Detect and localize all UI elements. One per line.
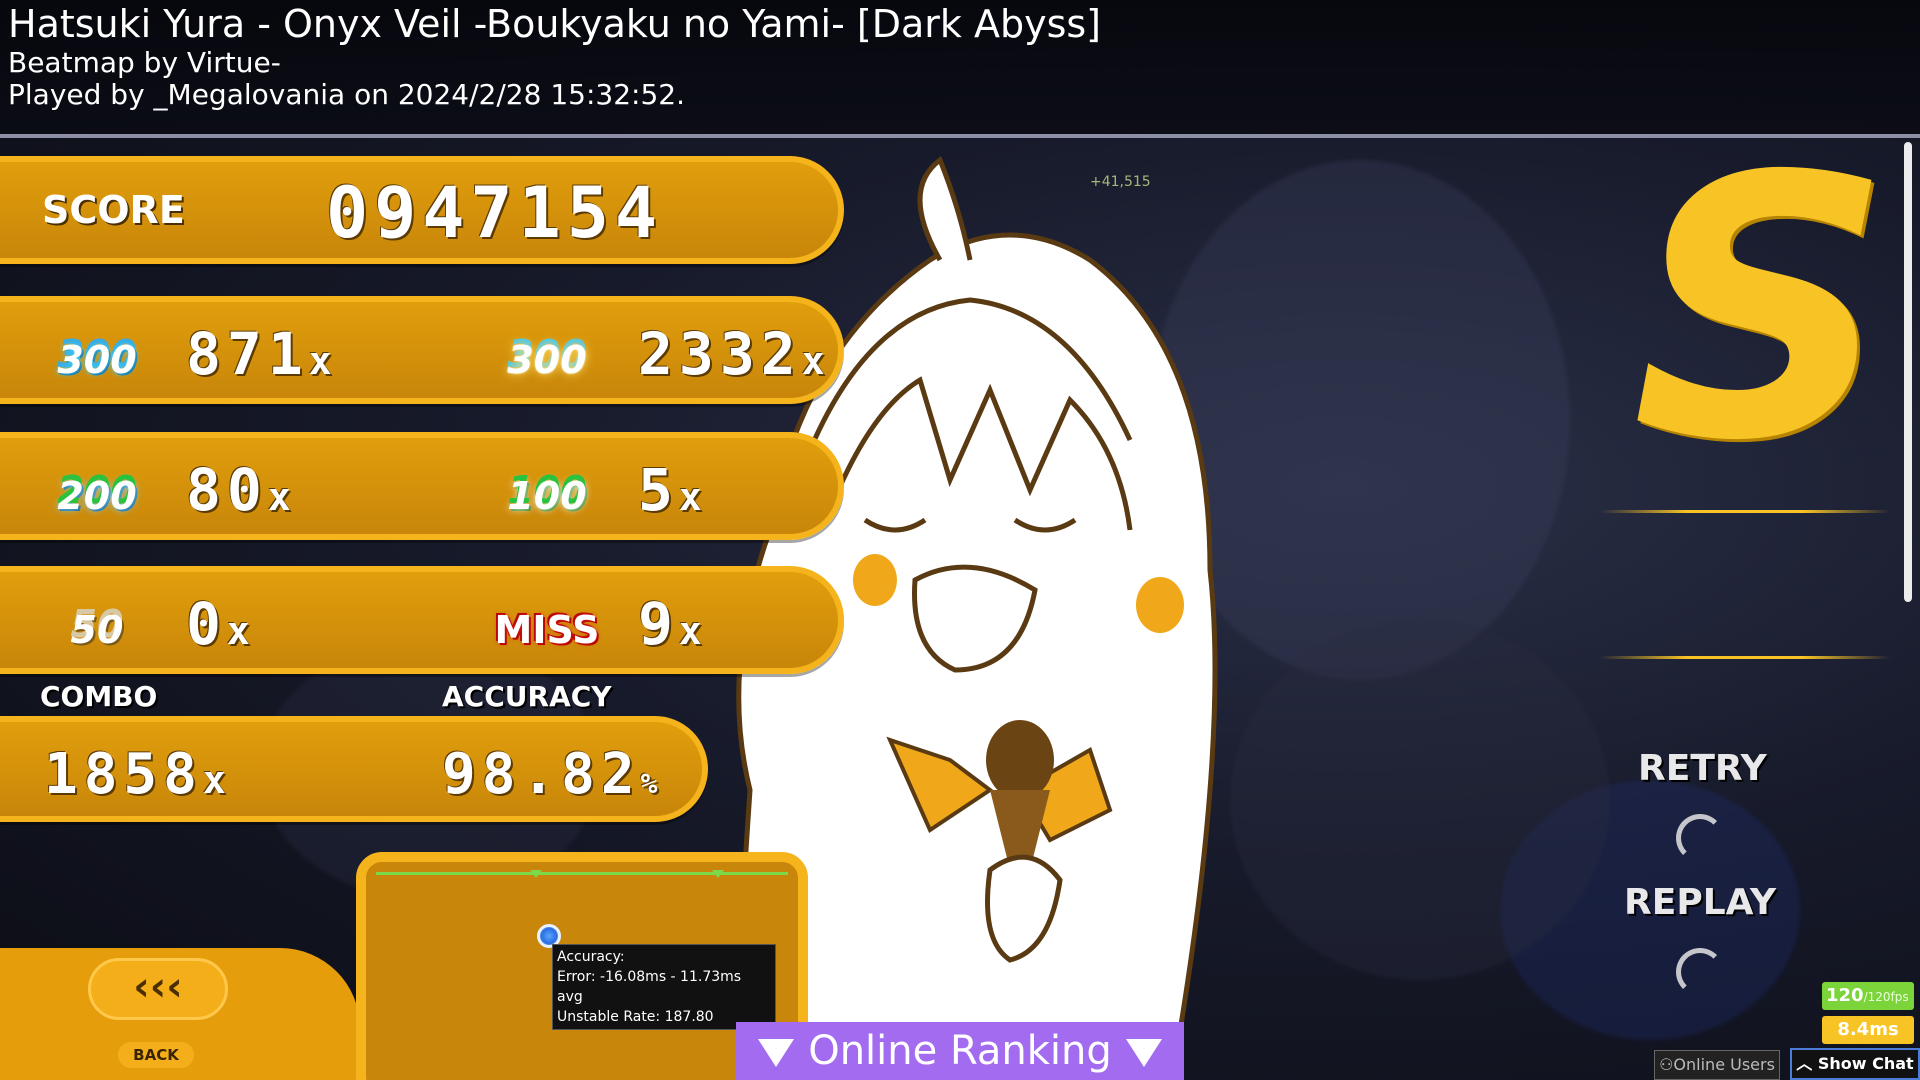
miss-icon: MISS [494, 608, 600, 652]
back-button[interactable]: ‹‹‹ [88, 958, 228, 1020]
divider [1600, 656, 1890, 659]
tooltip-error: Error: -16.08ms - 11.73ms avg [557, 969, 742, 1005]
hit100-panel: 200 80x 100 5x [0, 432, 844, 540]
accuracy-label: ACCURACY [442, 680, 612, 713]
users-icon: ⚇ [1659, 1055, 1674, 1074]
score-label: SCORE [42, 188, 185, 232]
combo-value: 1858x [44, 742, 226, 807]
scrollbar[interactable] [1904, 142, 1912, 602]
online-ranking-label: Online Ranking [808, 1028, 1112, 1074]
grade-letter: S [1632, 100, 1892, 519]
combo-accuracy-panel: 1858x 98.82% [0, 716, 708, 822]
triangle-down-icon [758, 1039, 795, 1067]
hit300-icon: 300 [57, 338, 137, 382]
play-info: Played by _Megalovania on 2024/2/28 15:3… [8, 78, 685, 111]
retry-spinner-icon [1676, 814, 1724, 862]
combo-label: COMBO [40, 680, 158, 713]
geki-icon: 300 [507, 338, 587, 382]
score-panel: SCORE 0947154 [0, 156, 844, 264]
score-value: 0947154 [326, 172, 664, 254]
graph-marker [712, 870, 724, 878]
online-ranking-button[interactable]: Online Ranking [736, 1022, 1184, 1080]
tooltip-title: Accuracy: [557, 949, 625, 965]
frame-time: 8.4ms [1822, 1016, 1914, 1044]
replay-spinner-icon [1676, 948, 1724, 996]
divider [1600, 510, 1890, 513]
show-chat-button[interactable]: ︿ Show Chat [1790, 1048, 1920, 1080]
hit200-count: 80x [186, 456, 291, 524]
triangle-down-icon [1125, 1039, 1162, 1067]
graph-line [376, 872, 788, 875]
graph-marker [530, 870, 542, 878]
hit300-panel: 300 871x 300 2332x [0, 296, 844, 404]
hit50-count: 0x [186, 590, 250, 658]
miss-count: 9x [638, 590, 702, 658]
online-users-button[interactable]: ⚇Online Users [1654, 1050, 1780, 1080]
retry-button[interactable]: RETRY [1638, 748, 1767, 789]
replay-button[interactable]: REPLAY [1624, 882, 1776, 923]
katu-icon: 100 [507, 474, 587, 518]
accuracy-tooltip: Accuracy: Error: -16.08ms - 11.73ms avg … [552, 944, 776, 1030]
hit300-count: 871x [186, 320, 332, 388]
geki-count: 2332x [638, 320, 825, 388]
fps-counter: 120/120fps [1822, 982, 1914, 1010]
accuracy-value: 98.82% [442, 742, 658, 807]
back-label[interactable]: BACK [118, 1042, 194, 1068]
beatmap-title: Hatsuki Yura - Onyx Veil -Boukyaku no Ya… [8, 2, 1102, 46]
hit50-miss-panel: 50 0x MISS 9x [0, 566, 844, 674]
chevron-up-icon: ︿ [1796, 1054, 1818, 1073]
beatmap-mapper: Beatmap by Virtue- [8, 46, 281, 79]
score-delta: +41,515 [1090, 174, 1151, 190]
hit200-icon: 200 [57, 474, 137, 518]
hit100-count: 5x [638, 456, 702, 524]
hit50-icon: 50 [70, 608, 124, 652]
